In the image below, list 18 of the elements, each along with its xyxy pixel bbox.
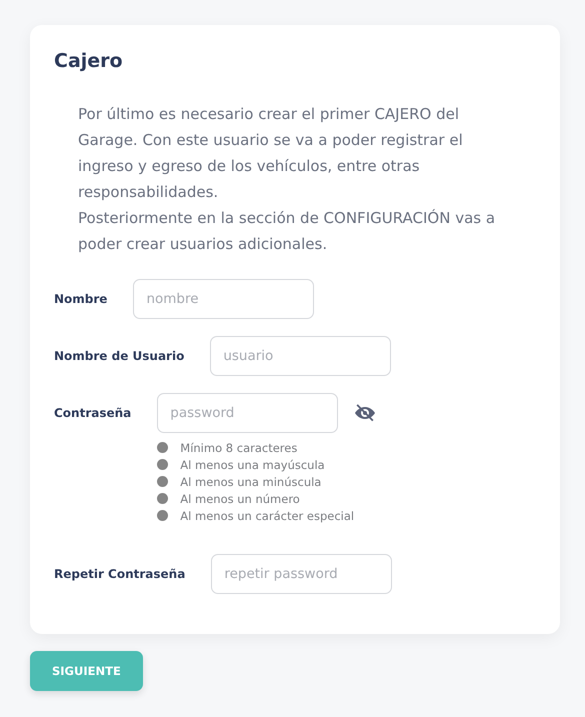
intro-text: Por último es necesario crear el primer CAJERO del Garage. Con este usuario se va a poder registrar el ingreso y egreso de los vehículos, entre otras responsabilidades. <box>78 104 464 203</box>
next-button[interactable]: SIGUIENTE <box>30 651 143 691</box>
input-field[interactable]: repetir password <box>211 554 392 594</box>
intro-text: Posteriormente en la sección de CONFIGURACIÓN vas a poder crear usuarios adicionales. <box>78 208 496 255</box>
requirement-text: Al menos una minúscula <box>180 474 322 488</box>
field-label: Nombre <box>54 291 108 308</box>
requirement-text: Mínimo 8 caracteres <box>180 440 298 454</box>
input-field[interactable]: usuario <box>210 336 392 376</box>
requirement-text: Al menos un carácter especial <box>180 508 354 522</box>
field-label: Contraseña <box>54 405 132 422</box>
input-field[interactable]: nombre <box>133 279 314 319</box>
requirement-text: Al menos un número <box>180 492 300 506</box>
field-label: Nombre de Usuario <box>54 348 184 365</box>
input-field[interactable]: password <box>157 393 338 433</box>
card-title: Cajero <box>54 49 124 74</box>
requirement-text: Al menos una mayúscula <box>180 458 325 472</box>
field-label: Repetir Contraseña <box>54 566 186 583</box>
eye-slash-icon[interactable] <box>354 404 376 422</box>
